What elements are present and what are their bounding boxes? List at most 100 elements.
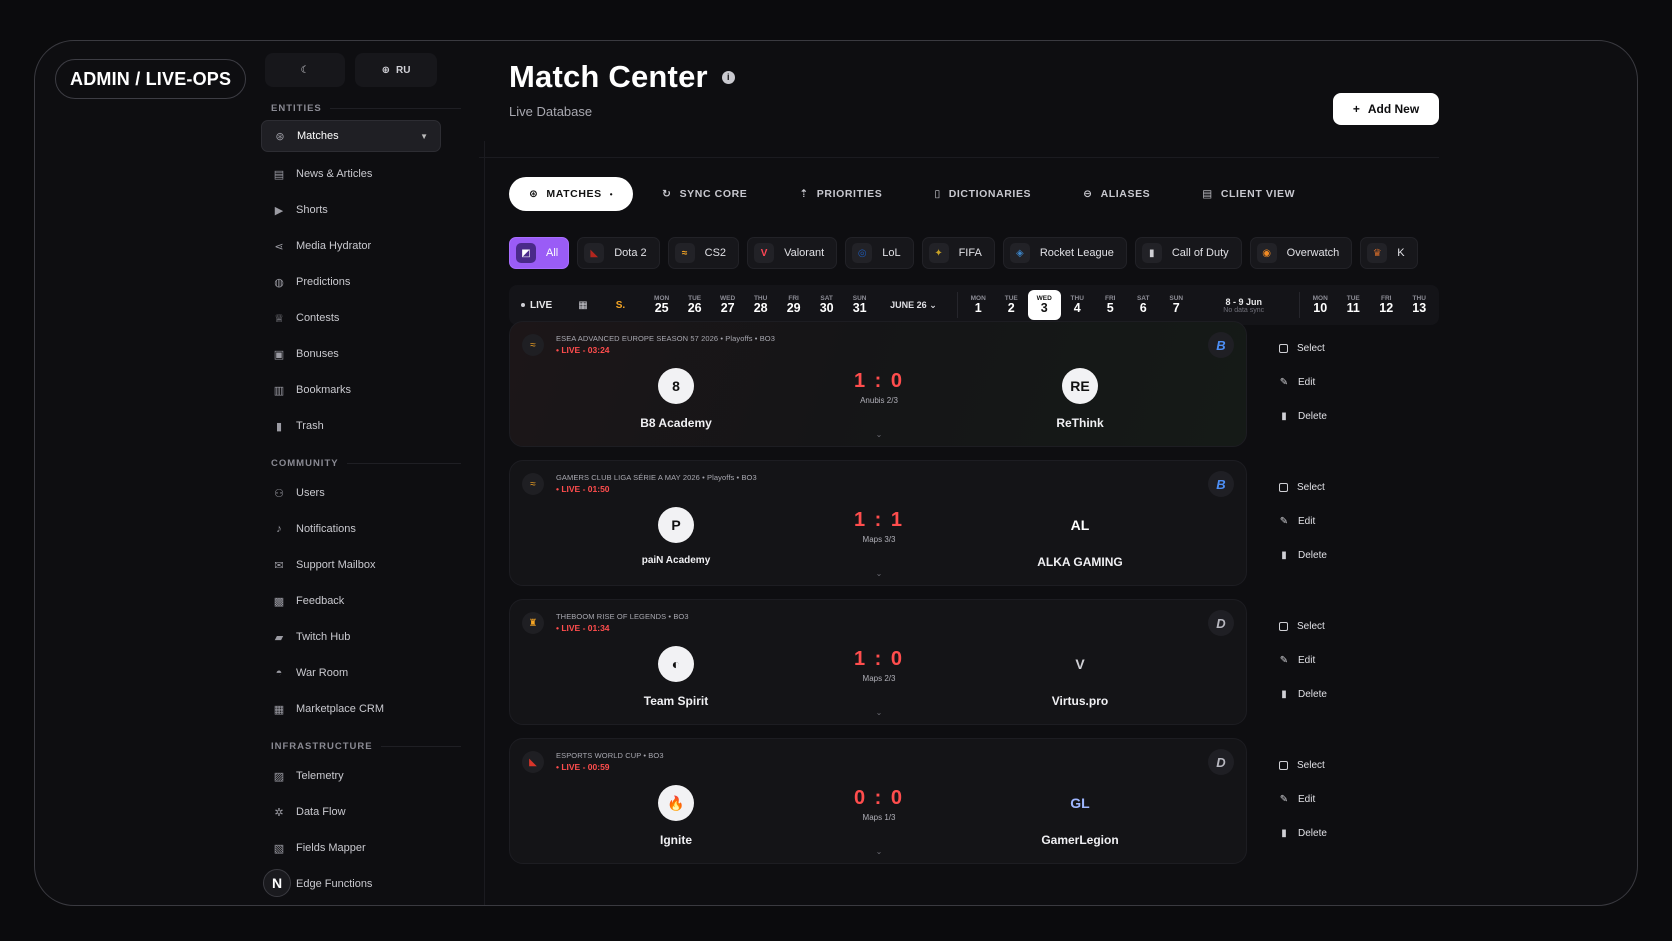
team-away[interactable]: GL GamerLegion: [990, 785, 1170, 847]
game-filter-dota-2[interactable]: ◣ Dota 2: [577, 237, 660, 269]
match-card[interactable]: ♜ THEBOOM RISE OF LEGENDS • BO3 • LIVE - 0…: [509, 599, 1247, 725]
team-away[interactable]: AL ALKA GAMING: [990, 507, 1170, 569]
info-icon[interactable]: i: [721, 70, 735, 84]
select-label: Select: [1297, 759, 1325, 771]
sidebar-nav: ENTITIES ⊛ Matches ▼ ▤ News & Articles ▶ Shorts…: [261, 103, 461, 902]
n-logo-icon[interactable]: N: [263, 869, 291, 897]
game-filter-rocket-league[interactable]: ◈ Rocket League: [1002, 237, 1127, 269]
date-tue-2[interactable]: TUE 2: [995, 290, 1028, 320]
sidebar-item-notifications[interactable]: ♪ Notifications: [261, 511, 461, 547]
date-sun-7[interactable]: SUN 7: [1160, 290, 1193, 320]
chevron-down-icon[interactable]: ⌄: [872, 430, 886, 439]
delete-button[interactable]: ▮ Delete: [1279, 538, 1359, 572]
month-selector[interactable]: JUNE 26 ⌄: [890, 300, 937, 311]
delete-button[interactable]: ▮ Delete: [1279, 816, 1359, 850]
game-filter-lol[interactable]: ◎ LoL: [845, 237, 914, 269]
date-mon-1[interactable]: MON 1: [962, 290, 995, 320]
calendar-icon[interactable]: ▦: [578, 300, 587, 311]
sidebar-item-support-mailbox[interactable]: ✉ Support Mailbox: [261, 547, 461, 583]
sidebar-item-media-hydrator[interactable]: ⋖ Media Hydrator: [261, 228, 461, 264]
match-card[interactable]: ≈ ESEA ADVANCED EUROPE SEASON 57 2026 • P…: [509, 321, 1247, 447]
date-thu-4[interactable]: THU 4: [1061, 290, 1094, 320]
sidebar-item-marketplace-crm[interactable]: ▦ Marketplace CRM: [261, 691, 461, 727]
date-fri-14[interactable]: FRI14: [1436, 290, 1439, 320]
match-card[interactable]: ◣ ESPORTS WORLD CUP • BO3 • LIVE - 00:59 D 🔥…: [509, 738, 1247, 864]
sidebar-item-war-room[interactable]: ◓ War Room: [261, 655, 461, 691]
edit-button[interactable]: ✎ Edit: [1279, 365, 1359, 399]
date-tue-11[interactable]: TUE 11: [1337, 290, 1370, 320]
sidebar-item-telemetry[interactable]: ▨ Telemetry: [261, 758, 461, 794]
sidebar-item-trash[interactable]: ▮ Trash: [261, 408, 461, 444]
select-button[interactable]: Select: [1279, 748, 1359, 782]
sidebar-item-predictions[interactable]: ◍ Predictions: [261, 264, 461, 300]
game-filter-all[interactable]: ◩ All: [509, 237, 570, 269]
language-button[interactable]: ⊕ RU: [355, 53, 437, 87]
tab-matches[interactable]: ⊛ MATCHES •: [509, 177, 634, 211]
date-sat-30[interactable]: SAT 30: [810, 290, 843, 320]
live-filter[interactable]: LIVE: [521, 300, 552, 311]
date-fri-12[interactable]: FRI 12: [1370, 290, 1403, 320]
sidebar-item-news-articles[interactable]: ▤ News & Articles: [261, 156, 461, 192]
match-card[interactable]: ≈ GAMERS CLUB LIGA SÉRIE A MAY 2026 • Pla…: [509, 460, 1247, 586]
tab-sync-core[interactable]: ↻ SYNC CORE: [639, 177, 770, 211]
date-tue-26[interactable]: TUE 26: [678, 290, 711, 320]
sidebar-item-bonuses[interactable]: ▣ Bonuses: [261, 336, 461, 372]
date-fri-29[interactable]: FRI 29: [777, 290, 810, 320]
date-thu-28[interactable]: THU 28: [744, 290, 777, 320]
edit-button[interactable]: ✎ Edit: [1279, 782, 1359, 816]
chevron-down-icon[interactable]: ⌄: [872, 569, 886, 578]
edit-button[interactable]: ✎ Edit: [1279, 504, 1359, 538]
sidebar-item-edge-functions[interactable]: ƒEdge Functions: [261, 866, 461, 902]
date-mon-10[interactable]: MON 10: [1304, 290, 1337, 320]
team-logo-icon: GL: [1070, 795, 1090, 811]
date-thu-13[interactable]: THU 13: [1403, 290, 1436, 320]
team-away[interactable]: V Virtus.pro: [990, 646, 1170, 708]
sidebar-item-users[interactable]: ⚇ Users: [261, 475, 461, 511]
tab-dictionaries[interactable]: ▯ DICTIONARIES: [911, 177, 1054, 211]
date-mon-25[interactable]: MON 25: [645, 290, 678, 320]
sidebar-item-matches[interactable]: ⊛ Matches ▼: [261, 120, 441, 152]
game-filter-k[interactable]: ♛ K: [1360, 237, 1418, 269]
team-name: Team Spirit: [643, 694, 709, 708]
sidebar-item-fields-mapper[interactable]: ▧ Fields Mapper: [261, 830, 461, 866]
date-sun-31[interactable]: SUN 31: [843, 290, 876, 320]
divider: [956, 292, 958, 318]
sidebar-item-label: Feedback: [296, 595, 345, 607]
sidebar-item-feedback[interactable]: ▩ Feedback: [261, 583, 461, 619]
sidebar-item-bookmarks[interactable]: ▥ Bookmarks: [261, 372, 461, 408]
date-sat-6[interactable]: SAT 6: [1127, 290, 1160, 320]
game-filter-call-of-duty[interactable]: ▮ Call of Duty: [1134, 237, 1242, 269]
date-wed-27[interactable]: WED 27: [711, 290, 744, 320]
chevron-down-icon[interactable]: ⌄: [872, 708, 886, 717]
game-filter-cs2[interactable]: ≈ CS2: [667, 237, 740, 269]
team-home[interactable]: ◐ Team Spirit: [586, 646, 766, 708]
select-button[interactable]: Select: [1279, 609, 1359, 643]
date-fri-5[interactable]: FRI 5: [1094, 290, 1127, 320]
chevron-down-icon[interactable]: ⌄: [872, 847, 886, 856]
edit-button[interactable]: ✎ Edit: [1279, 643, 1359, 677]
tab-client-view[interactable]: ▤ CLIENT VIEW: [1179, 177, 1318, 211]
select-button[interactable]: Select: [1279, 331, 1359, 365]
game-filter-valorant[interactable]: V Valorant: [747, 237, 838, 269]
sidebar-item-shorts[interactable]: ▶ Shorts: [261, 192, 461, 228]
team-away[interactable]: RE ReThink: [990, 368, 1170, 430]
date-range[interactable]: 8 - 9 Jun No data sync: [1205, 297, 1283, 314]
s-filter-button[interactable]: S.: [616, 300, 625, 311]
game-filter-overwatch[interactable]: ◉ Overwatch: [1249, 237, 1353, 269]
delete-label: Delete: [1298, 549, 1327, 561]
team-home[interactable]: 8 B8 Academy: [586, 368, 766, 430]
theme-toggle-button[interactable]: ☾: [265, 53, 345, 87]
game-filter-fifa[interactable]: ✦ FIFA: [921, 237, 995, 269]
team-home[interactable]: 🔥 Ignite: [586, 785, 766, 847]
sidebar-item-data-flow[interactable]: ✲ Data Flow: [261, 794, 461, 830]
select-button[interactable]: Select: [1279, 470, 1359, 504]
delete-button[interactable]: ▮ Delete: [1279, 399, 1359, 433]
tab-priorities[interactable]: ⇡ PRIORITIES: [776, 177, 905, 211]
team-home[interactable]: PpaiN Academy: [586, 507, 766, 566]
date-wed-3[interactable]: WED 3: [1027, 290, 1061, 320]
sidebar-item-contests[interactable]: ♕ Contests: [261, 300, 461, 336]
sidebar-item-twitch-hub[interactable]: ▰ Twitch Hub: [261, 619, 461, 655]
tab-aliases[interactable]: ⊖ ALIASES: [1060, 177, 1173, 211]
delete-button[interactable]: ▮ Delete: [1279, 677, 1359, 711]
add-new-button[interactable]: + Add New: [1333, 93, 1439, 125]
